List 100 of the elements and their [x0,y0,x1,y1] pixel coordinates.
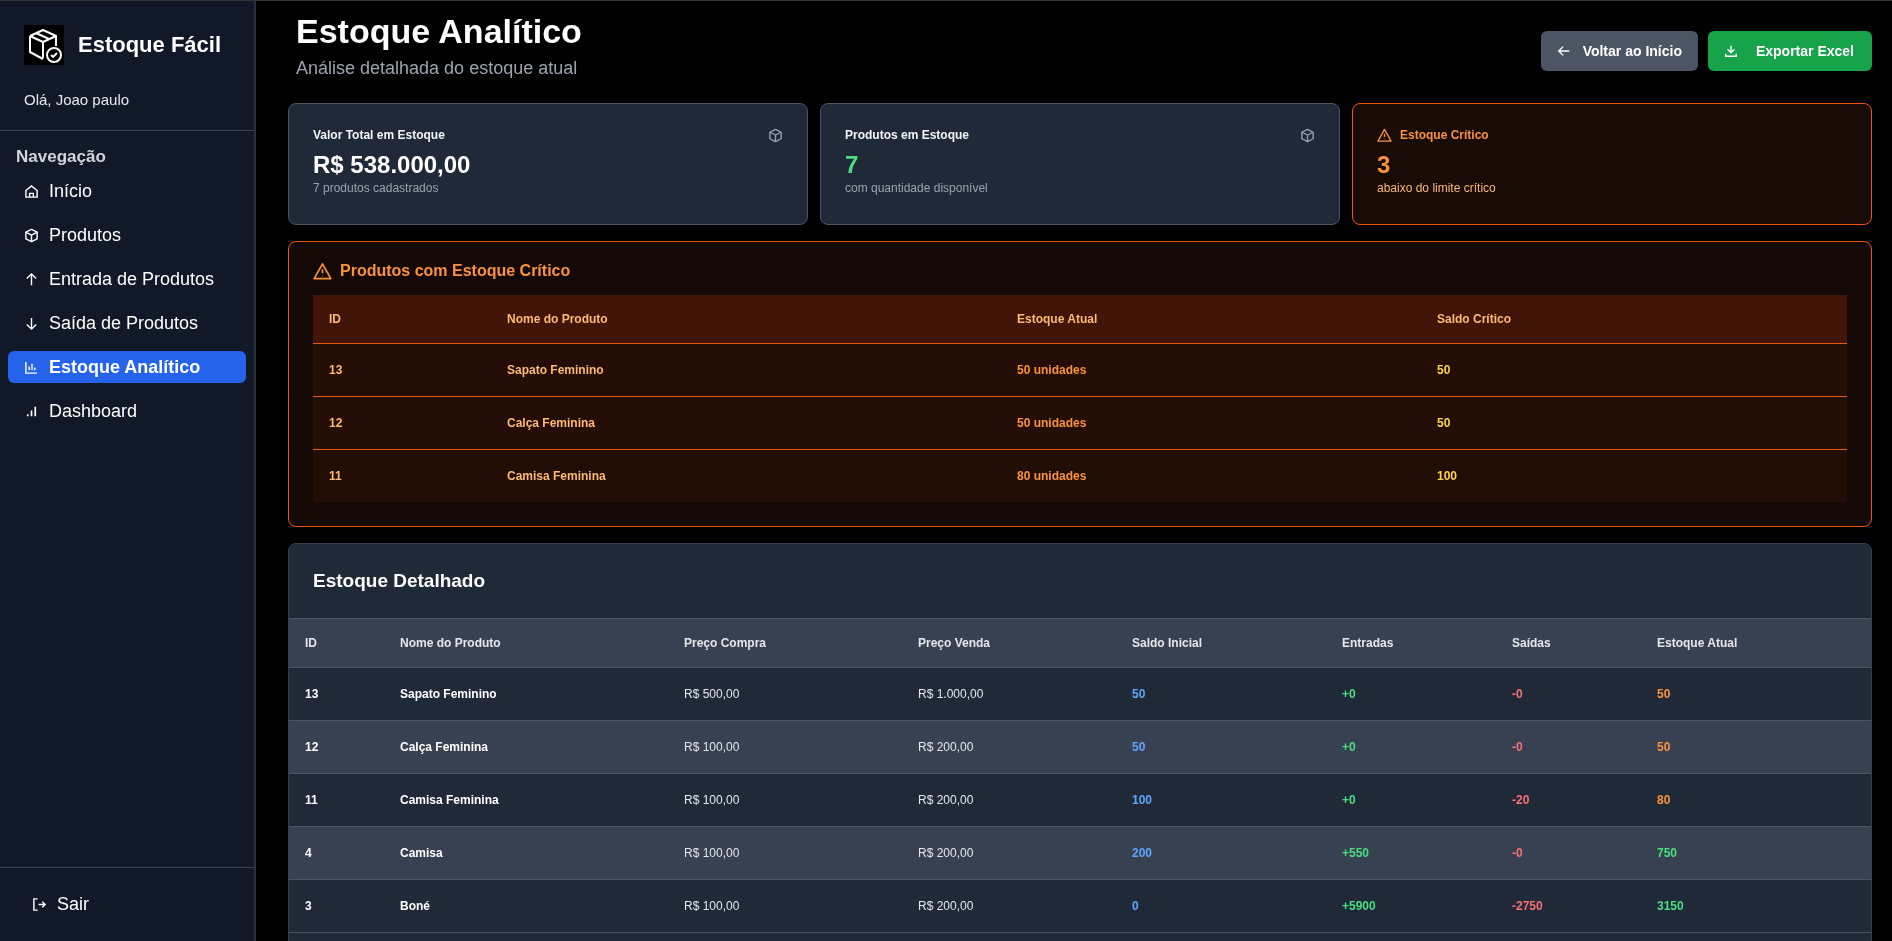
table-cell: Calça Feminina [491,396,1001,450]
panel-title: Produtos com Estoque Crítico [340,262,571,281]
bar-chart-icon [24,359,39,375]
table-cell: 80 unidades [1001,449,1421,502]
table-cell: +0 [1326,773,1496,827]
user-greeting: Olá, Joao paulo [24,91,131,108]
table-cell: 50 [1421,396,1847,450]
nav-item[interactable]: Entrada de Produtos [8,263,246,295]
page-subtitle: Análise detalhada do estoque atual [296,57,579,79]
card-caption: 7 produtos cadastrados [313,180,440,195]
table-cell: +5900 [1326,879,1496,933]
arrow-up-icon [24,271,39,287]
brand-name: Estoque Fácil [78,32,222,58]
column-header: Estoque Atual [1001,294,1421,344]
table-cell: R$ 500,00 [668,667,902,721]
table-cell: Calça Feminina [384,720,668,774]
arrow-down-icon [24,315,39,331]
table-cell: -0 [1496,826,1641,880]
column-header: ID [289,618,384,668]
column-header: Preço Venda [902,618,1116,668]
nav-section-title: Navegação [15,146,107,167]
logout-link[interactable]: Sair [32,894,89,915]
card-value: 7 [845,150,860,179]
card-value: 3 [1377,150,1392,179]
box-icon [768,127,783,143]
table-cell: +550 [1326,826,1496,880]
table-cell: R$ 200,00 [902,826,1116,880]
table-cell: R$ 100,00 [668,826,902,880]
table-cell: 50 [1116,720,1326,774]
table-cell: +0 [1326,720,1496,774]
column-header: Saídas [1496,618,1641,668]
page-title: Estoque Analítico [296,11,582,52]
column-header: Preço Compra [668,618,902,668]
table-cell: 0 [1116,879,1326,933]
warning-icon [313,261,332,281]
column-header: Nome do Produto [491,294,1001,344]
column-header: Estoque Atual [1641,618,1871,668]
nav-item[interactable]: Saída de Produtos [8,307,246,339]
column-header: Saldo Crítico [1421,294,1847,344]
table-cell: 50 [1641,667,1871,721]
panel-title: Estoque Detalhado [312,568,487,593]
box-icon [24,227,39,243]
table-cell: 11 [289,773,384,827]
table-cell: R$ 1.000,00 [902,667,1116,721]
column-header: Nome do Produto [384,618,668,668]
back-button[interactable]: Voltar ao Início [1540,31,1698,71]
table-cell: R$ 200,00 [902,879,1116,933]
warning-icon [1377,127,1392,143]
table-cell: -0 [1496,720,1641,774]
box-check-logo-icon [24,25,64,65]
table-cell: 13 [313,343,491,397]
table-cell: Sapato Feminino [384,667,668,721]
table-cell: 12 [313,396,491,450]
nav-item[interactable]: Estoque Analítico [8,351,246,383]
card-title: Valor Total em Estoque [313,128,446,143]
table-cell: 12 [289,720,384,774]
table-cell: 13 [289,667,384,721]
nav-item[interactable]: Produtos [8,219,246,251]
card-value: R$ 538.000,00 [313,150,472,179]
table-cell: 50 [1641,720,1871,774]
table-cell: 3 [289,879,384,933]
table-cell: Camisa Feminina [491,449,1001,502]
card-title: Produtos em Estoque [845,128,970,143]
card-caption: abaixo do limite crítico [1377,180,1497,195]
table-cell: Sapato Feminino [491,343,1001,397]
table-cell: 50 unidades [1001,396,1421,450]
table-cell: 100 [1116,773,1326,827]
table-cell: 3150 [1641,879,1871,933]
card-caption: com quantidade disponível [845,180,989,195]
table-cell: R$ 100,00 [668,879,902,933]
nav-item[interactable]: Início [8,175,246,207]
download-icon [1723,44,1738,58]
card-title: Estoque Crítico [1400,128,1490,143]
table-cell: R$ 200,00 [902,720,1116,774]
table-cell: R$ 100,00 [668,773,902,827]
logout-icon [32,897,47,912]
nav-item[interactable]: Dashboard [8,395,246,427]
column-header: Entradas [1326,618,1496,668]
table-cell: 100 [1421,449,1847,502]
table-cell: -2750 [1496,879,1641,933]
table-cell: Camisa Feminina [384,773,668,827]
table-cell: 200 [1116,826,1326,880]
table-cell: 11 [313,449,491,502]
table-cell: -0 [1496,667,1641,721]
column-header: ID [313,294,491,344]
table-cell: R$ 200,00 [902,773,1116,827]
table-cell: Boné [384,879,668,933]
table-cell: +0 [1326,667,1496,721]
column-header: Saldo Inicial [1116,618,1326,668]
table-cell: 80 [1641,773,1871,827]
table-cell: 750 [1641,826,1871,880]
table-cell: 50 [1421,343,1847,397]
table-cell: 4 [289,826,384,880]
table-cell: 50 [1116,667,1326,721]
table-cell: 50 unidades [1001,343,1421,397]
home-icon [24,183,39,199]
table-cell: -20 [1496,773,1641,827]
table-cell: Camisa [384,826,668,880]
table-cell: R$ 100,00 [668,720,902,774]
arrow-left-icon [1556,44,1571,58]
